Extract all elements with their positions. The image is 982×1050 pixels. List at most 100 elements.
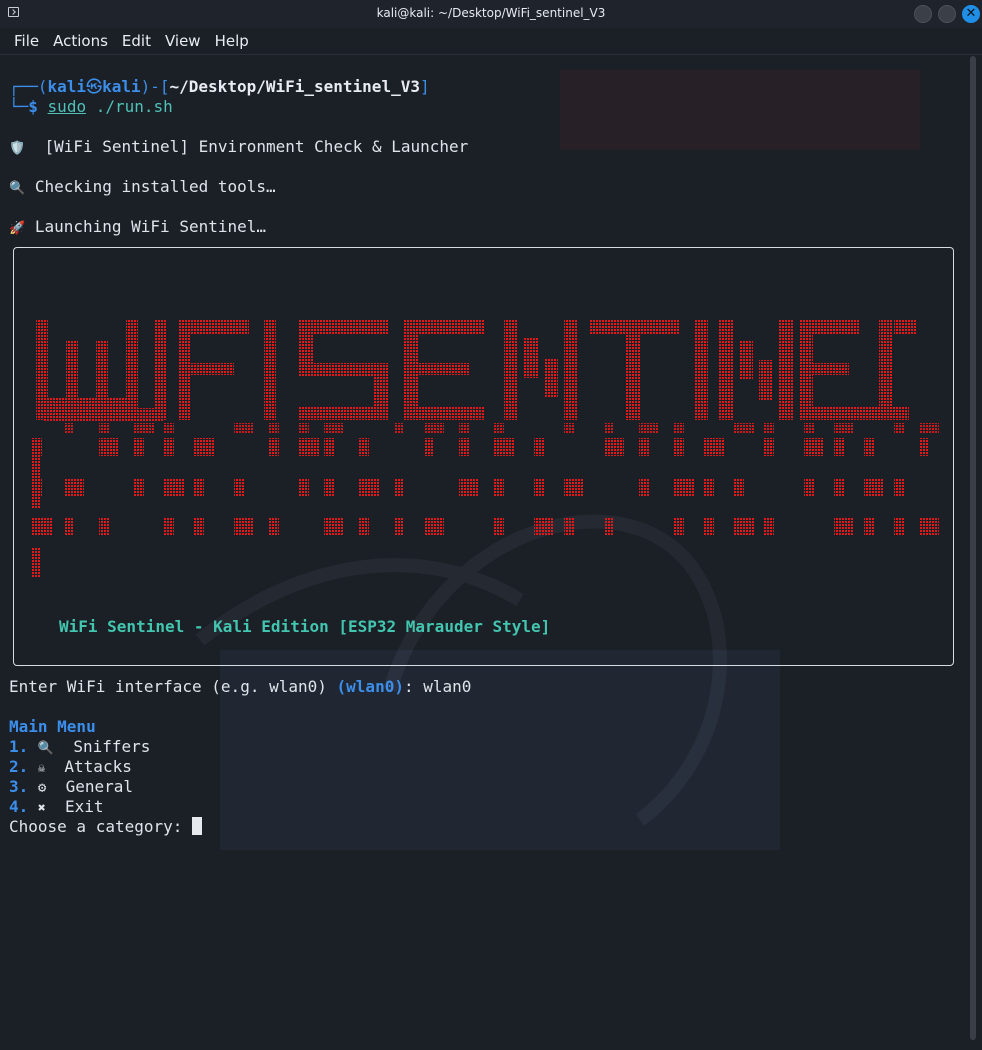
banner-block <box>299 406 389 420</box>
banner-block <box>534 518 554 536</box>
choose-category-prompt[interactable]: Choose a category: <box>9 817 203 837</box>
checking-line: 🔍 Checking installed tools… <box>9 177 276 199</box>
banner-block <box>404 363 469 375</box>
banner-block <box>764 438 774 456</box>
banner-block <box>534 438 544 456</box>
menu-help[interactable]: Help <box>208 28 256 54</box>
banner-block <box>864 478 884 496</box>
banner-block <box>459 438 469 456</box>
skull-icon: ☠ <box>37 761 46 775</box>
window-title: kali@kali: ~/Desktop/WiFi_sentinel_V3 <box>376 6 606 20</box>
banner-block <box>804 423 814 433</box>
banner-block <box>324 478 334 496</box>
banner-block <box>639 478 649 496</box>
banner-block <box>64 423 74 433</box>
launching-text: Launching WiFi Sentinel… <box>34 217 267 236</box>
banner-subtitle: WiFi Sentinel - Kali Edition [ESP32 Mara… <box>59 617 551 636</box>
menu-actions[interactable]: Actions <box>46 28 115 54</box>
banner-block <box>234 518 254 536</box>
menu-item-attacks[interactable]: 2. ☠ Attacks <box>9 757 132 778</box>
menu-edit[interactable]: Edit <box>115 28 158 54</box>
env-check-text: [WiFi Sentinel] Environment Check & Laun… <box>44 137 469 156</box>
banner-block <box>504 320 518 420</box>
banner-block <box>704 518 714 536</box>
banner-block <box>134 478 144 496</box>
banner-block <box>32 548 40 578</box>
banner-block <box>674 518 684 536</box>
menu-file[interactable]: File <box>0 28 46 54</box>
menu-item-exit[interactable]: 4. ✖ Exit <box>9 797 104 819</box>
banner-block <box>494 423 504 433</box>
banner-block <box>164 478 184 496</box>
prompt-args: ./run.sh <box>95 97 173 116</box>
prompt-line-2: └─$ sudo ./run.sh <box>9 97 173 116</box>
banner-block <box>164 423 174 433</box>
banner-block <box>134 438 144 456</box>
banner-block <box>324 423 344 433</box>
banner-block <box>919 438 929 456</box>
banner-block <box>894 320 916 334</box>
banner-block <box>674 423 684 433</box>
banner-block <box>604 423 614 433</box>
banner-block <box>64 478 84 496</box>
close-icon: ✕ <box>965 6 977 21</box>
banner-block <box>404 320 484 334</box>
banner-block <box>324 518 344 536</box>
wifi-sentinel-ascii-banner <box>32 320 939 578</box>
maximize-button[interactable] <box>938 5 956 23</box>
gear-icon: ⚙ <box>37 780 47 796</box>
banner-block <box>859 406 909 420</box>
banner-block <box>179 320 249 334</box>
banner-block <box>494 438 514 456</box>
banner-block <box>359 478 379 496</box>
banner-block <box>44 408 164 422</box>
banner-block <box>604 518 614 536</box>
banner-block <box>739 340 753 380</box>
banner-block <box>32 518 52 536</box>
banner-block <box>459 478 479 496</box>
banner-block <box>324 438 334 456</box>
banner-block <box>694 320 708 420</box>
banner-block <box>394 518 404 536</box>
banner-block <box>626 320 640 420</box>
banner-block <box>164 518 174 536</box>
magnifier-icon: 🔍 <box>9 181 26 196</box>
banner-block <box>99 438 119 456</box>
close-button[interactable]: ✕ <box>962 5 980 23</box>
banner-block <box>32 448 40 508</box>
menu-view[interactable]: View <box>158 28 208 54</box>
banner-block <box>834 478 844 496</box>
prompt-line-1: ┌──(kali㉿kali)-[~/Desktop/WiFi_sentinel_… <box>9 77 430 96</box>
magnifier-icon: 🔍 <box>37 741 55 756</box>
banner-block <box>424 423 444 433</box>
minimize-button[interactable] <box>914 5 932 23</box>
checking-text: Checking installed tools… <box>34 177 276 196</box>
banner-block <box>804 478 814 496</box>
banner-block <box>544 358 558 398</box>
menubar-divider <box>0 54 982 55</box>
terminal-scrollbar[interactable] <box>970 56 976 1040</box>
banner-block <box>269 438 279 456</box>
banner-block <box>494 478 504 496</box>
banner-block <box>734 423 754 433</box>
banner-block <box>799 406 859 420</box>
banner-block <box>674 438 684 456</box>
banner-block <box>299 478 309 496</box>
banner-block <box>834 423 854 433</box>
main-menu-title: Main Menu <box>9 717 96 736</box>
banner-block <box>269 423 279 433</box>
banner-block <box>879 320 893 420</box>
prompt-command: sudo <box>47 97 87 116</box>
banner-block <box>524 338 538 378</box>
banner-block <box>359 438 369 456</box>
banner-block <box>804 438 824 456</box>
terminal-cursor <box>192 817 203 835</box>
menu-item-sniffers[interactable]: 1. 🔍 Sniffers <box>9 737 150 759</box>
menu-item-general[interactable]: 3. ⚙ General <box>9 777 133 798</box>
banner-block <box>564 478 584 496</box>
banner-block <box>799 363 849 375</box>
banner-block <box>704 478 714 496</box>
banner-block <box>674 478 694 496</box>
banner-block <box>764 518 774 536</box>
banner-block <box>534 478 544 496</box>
